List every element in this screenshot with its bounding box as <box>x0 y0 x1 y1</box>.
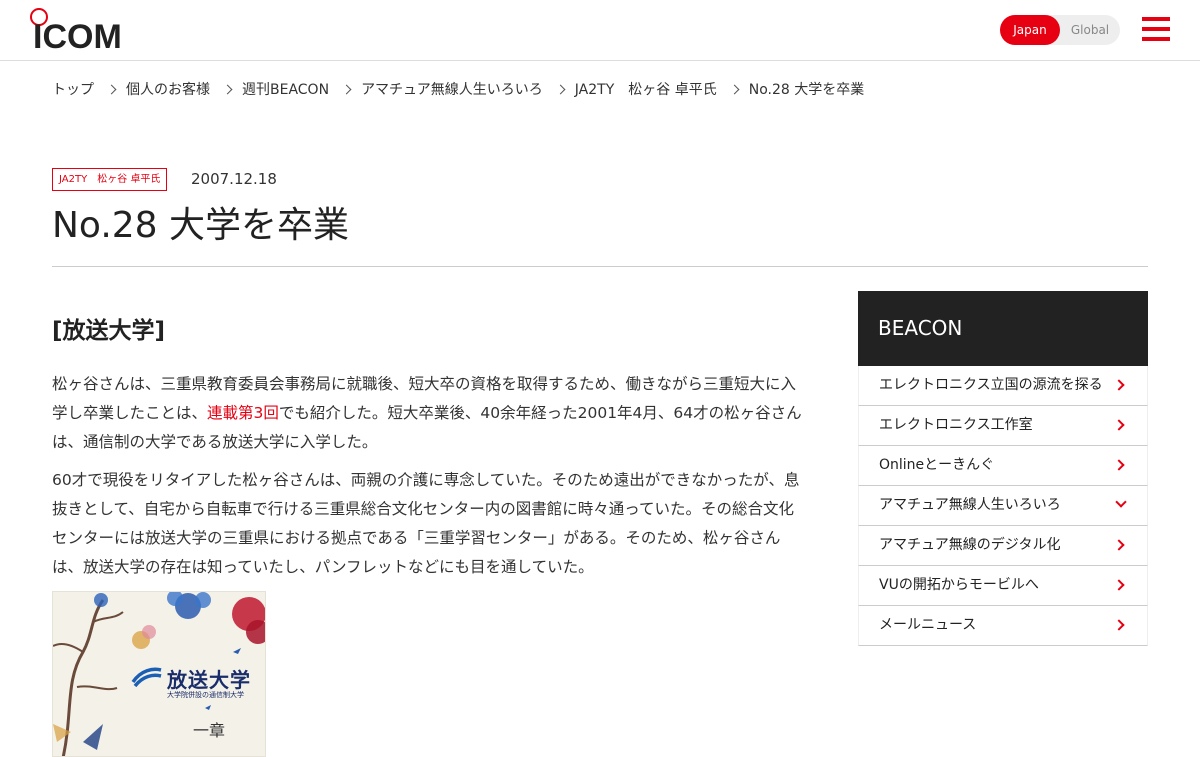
chevron-right-icon <box>1113 419 1125 431</box>
icom-logo[interactable]: ICOM <box>30 8 122 54</box>
chevron-right-icon <box>1113 459 1125 471</box>
chevron-right-icon <box>1113 379 1125 391</box>
region-switch: Japan Global <box>1000 15 1120 45</box>
chevron-right-icon <box>341 84 352 94</box>
chevron-right-icon <box>222 84 233 94</box>
sidebar-heading: BEACON <box>858 291 1148 366</box>
hamburger-menu-icon[interactable] <box>1142 16 1170 44</box>
chevron-right-icon <box>1113 619 1125 631</box>
article-paragraph-1: 松ヶ谷さんは、三重県教育委員会事務局に就職後、短大卒の資格を取得するため、働きな… <box>52 375 802 451</box>
series-part3-link[interactable]: 連載第3回 <box>207 404 279 422</box>
chevron-right-icon <box>106 84 117 94</box>
author-tag[interactable]: JA2TY 松ヶ谷 卓平氏 <box>52 168 168 191</box>
housou-daigaku-brand: 放送大学 大学院併設の通信制大学 <box>131 664 261 704</box>
chevron-right-icon <box>555 84 566 94</box>
region-global-button[interactable]: Global <box>1060 15 1120 45</box>
article-paragraph-2: 60才で現役をリタイアした松ヶ谷さんは、両親の介護に専念していた。そのため遠出が… <box>52 471 800 576</box>
chevron-right-icon <box>729 84 740 94</box>
sidebar-item-ham-life[interactable]: アマチュア無線人生いろいろ <box>858 486 1148 526</box>
article-photo: 放送大学 大学院併設の通信制大学 一章 <box>52 591 266 757</box>
site-header: ICOM Japan Global <box>0 0 1200 61</box>
breadcrumb-item-top[interactable]: トップ <box>52 79 94 99</box>
sidebar-item-ham-digital[interactable]: アマチュア無線のデジタル化 <box>858 526 1148 566</box>
sidebar-item-online-talking[interactable]: Onlineとーきんぐ <box>858 446 1148 486</box>
breadcrumb-item-personal[interactable]: 個人のお客様 <box>126 79 210 99</box>
breadcrumb-item-series[interactable]: アマチュア無線人生いろいろ <box>361 79 543 99</box>
sidebar-item-vu-mobile[interactable]: VUの開拓からモービルへ <box>858 566 1148 606</box>
sidebar-item-mail-news[interactable]: メールニュース <box>858 606 1148 646</box>
chevron-down-icon <box>1115 496 1127 508</box>
title-divider <box>52 266 1148 267</box>
photo-kanji: 一章 <box>193 721 226 740</box>
sidebar-beacon: BEACON エレクトロニクス立国の源流を探る エレクトロニクス工作室 Onli… <box>858 291 1148 646</box>
breadcrumb: トップ 個人のお客様 週刊BEACON アマチュア無線人生いろいろ JA2TY … <box>52 78 864 100</box>
university-logo-icon <box>131 667 162 688</box>
breadcrumb-item-beacon[interactable]: 週刊BEACON <box>242 79 329 99</box>
chevron-right-icon <box>1113 539 1125 551</box>
breadcrumb-item-current: No.28 大学を卒業 <box>748 82 865 98</box>
sidebar-item-electronics-origin[interactable]: エレクトロニクス立国の源流を探る <box>858 366 1148 406</box>
region-japan-button[interactable]: Japan <box>1000 15 1060 45</box>
breadcrumb-item-author[interactable]: JA2TY 松ヶ谷 卓平氏 <box>575 79 717 99</box>
section-heading: [放送大学] <box>52 318 166 344</box>
sidebar-item-electronics-workshop[interactable]: エレクトロニクス工作室 <box>858 406 1148 446</box>
page-title: No.28 大学を卒業 <box>52 205 350 246</box>
logo-text: ICOM <box>33 18 122 56</box>
chevron-right-icon <box>1113 579 1125 591</box>
post-date: 2007.12.18 <box>191 170 277 188</box>
